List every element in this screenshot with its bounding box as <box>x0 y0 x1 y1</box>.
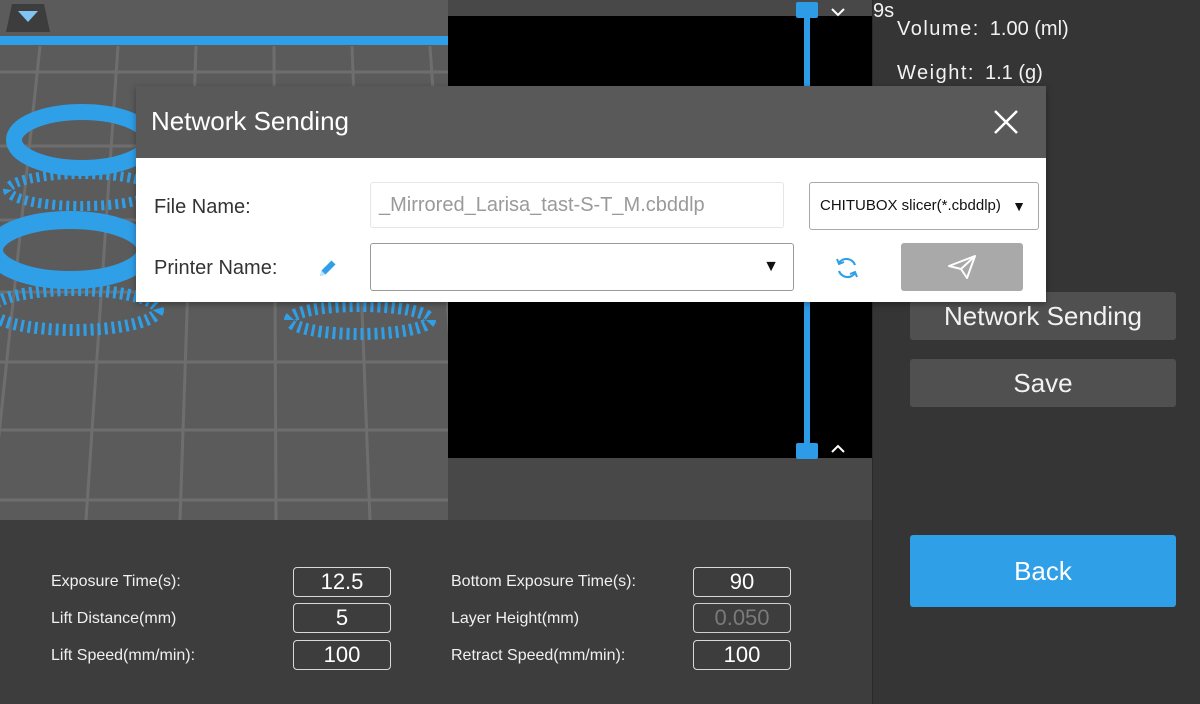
file-format-selected: CHITUBOX slicer(*.cbddlp) <box>820 197 1001 214</box>
exposure-time-field[interactable]: 12.5 <box>293 567 391 597</box>
file-format-select[interactable]: CHITUBOX slicer(*.cbddlp) ▼ <box>809 182 1039 230</box>
lift-distance-label: Lift Distance(mm) <box>51 610 177 627</box>
dialog-header: Network Sending <box>136 86 1046 158</box>
save-button[interactable]: Save <box>910 359 1176 407</box>
file-name-label: File Name: <box>154 196 251 218</box>
chevron-up-icon[interactable] <box>828 442 848 456</box>
triangle-down-icon[interactable] <box>0 0 56 32</box>
exposure-time-label: Exposure Time(s): <box>51 573 181 590</box>
lift-speed-label: Lift Speed(mm/min): <box>51 647 196 664</box>
pencil-icon[interactable] <box>316 256 340 280</box>
bottom-exposure-time-label: Bottom Exposure Time(s): <box>451 573 636 590</box>
retract-speed-label: Retract Speed(mm/min): <box>451 647 626 664</box>
volume-info: Volume: 1.00 (ml) <box>897 18 1069 41</box>
layer-height-label: Layer Height(mm) <box>451 610 580 627</box>
layer-slider-top-handle[interactable] <box>796 2 818 18</box>
retract-speed-field[interactable]: 100 <box>693 640 791 670</box>
weight-label: Weight: <box>897 62 975 84</box>
refresh-icon[interactable] <box>834 255 860 281</box>
dropdown-arrow-icon: ▼ <box>763 258 779 275</box>
volume-label: Volume: <box>897 18 980 40</box>
bottom-exposure-time-field[interactable]: 90 <box>693 567 791 597</box>
dropdown-arrow-icon: ▼ <box>1012 198 1026 214</box>
layer-height-field: 0.050 <box>693 603 791 633</box>
volume-value: 1.00 (ml) <box>989 18 1069 40</box>
back-button[interactable]: Back <box>910 535 1176 607</box>
weight-info: Weight: 1.1 (g) <box>897 62 1043 85</box>
network-sending-dialog: Network Sending File Name: _Mirrored_Lar… <box>136 86 1046 302</box>
weight-value: 1.1 (g) <box>984 62 1043 84</box>
file-name-input[interactable]: _Mirrored_Larisa_tast-S-T_M.cbddlp <box>370 182 784 228</box>
printer-name-select[interactable]: ▼ <box>370 243 794 291</box>
dialog-title: Network Sending <box>151 106 349 136</box>
chevron-down-icon[interactable] <box>828 5 848 19</box>
printer-name-label: Printer Name: <box>154 257 278 279</box>
send-button[interactable] <box>901 243 1023 291</box>
lift-speed-field[interactable]: 100 <box>293 640 391 670</box>
paper-plane-icon <box>948 255 976 279</box>
lift-distance-field[interactable]: 5 <box>293 603 391 633</box>
close-icon[interactable] <box>988 104 1024 140</box>
layer-slider-bottom-handle[interactable] <box>796 443 818 459</box>
print-settings-panel: Exposure Time(s): 12.5 Lift Distance(mm)… <box>0 520 872 704</box>
